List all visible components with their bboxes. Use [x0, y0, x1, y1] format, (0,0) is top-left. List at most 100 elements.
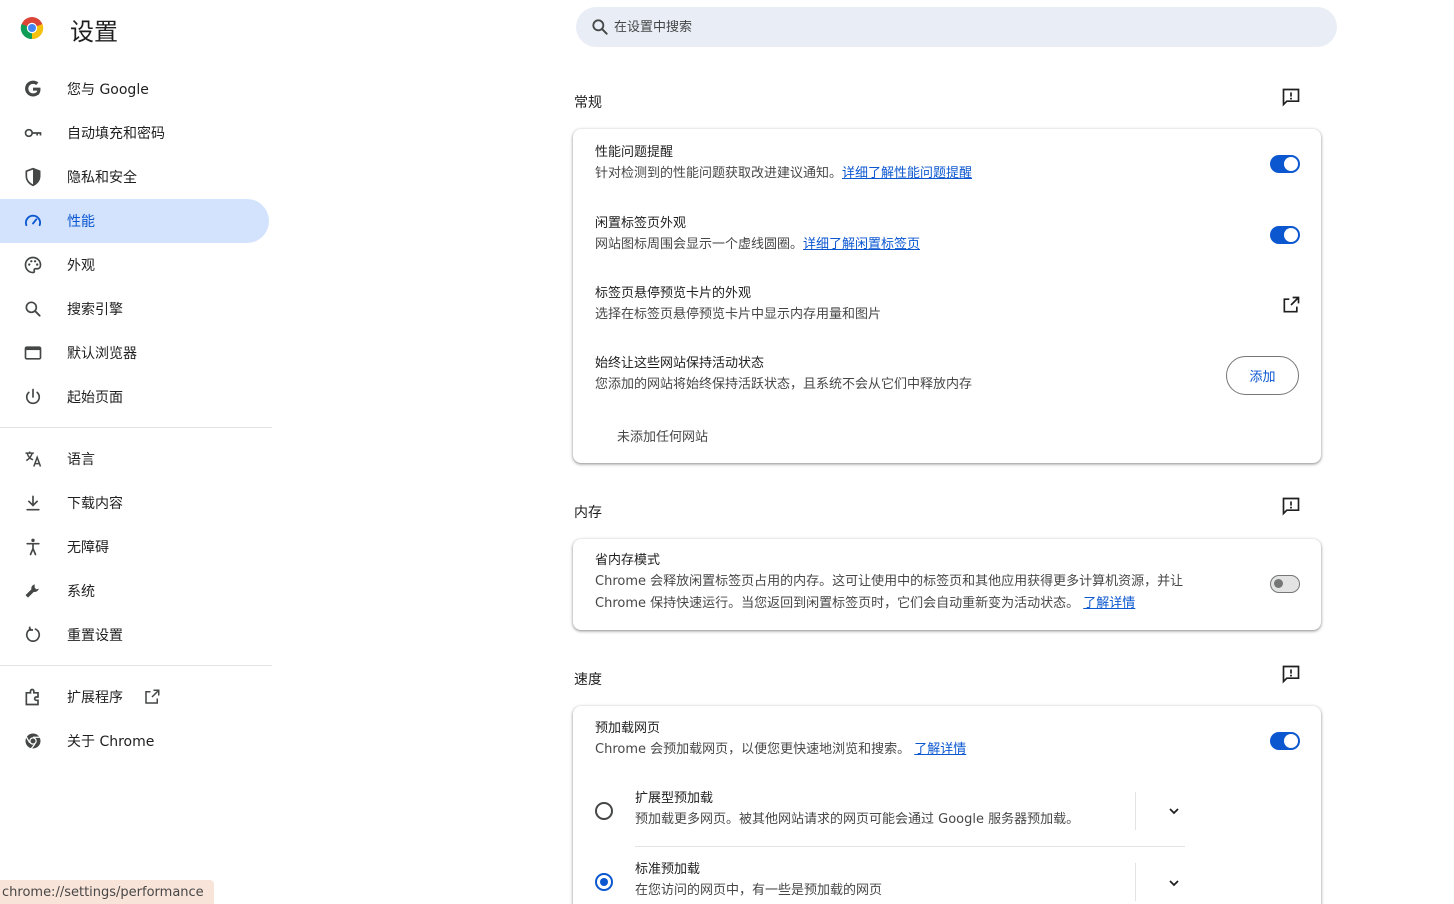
accessibility-icon: [23, 537, 43, 557]
chrome-logo-icon: [20, 17, 44, 40]
search-icon: [23, 299, 43, 319]
section-title-general: 常规: [574, 95, 602, 111]
sidebar-item-languages[interactable]: 语言: [0, 437, 269, 481]
setting-inactive-tab: 闲置标签页外观 网站图标周围会显示一个虚线圆圈。详细了解闲置标签页: [595, 214, 1299, 256]
option-divider: [635, 846, 1185, 847]
setting-hover-card[interactable]: 标签页悬停预览卡片的外观 选择在标签页悬停预览卡片中显示内存用量和图片: [595, 284, 1299, 326]
option-extended-preload[interactable]: 扩展型预加载 预加载更多网页。被其他网站请求的网页可能会通过 Google 服务…: [635, 789, 1121, 831]
perf-alert-toggle[interactable]: [1270, 155, 1300, 173]
sidebar-item-about-chrome[interactable]: 关于 Chrome: [0, 719, 269, 763]
section-title-speed: 速度: [574, 672, 602, 688]
sidebar-item-label: 无障碍: [67, 540, 109, 556]
feedback-icon[interactable]: [1281, 87, 1301, 107]
desc-text: 针对检测到的性能问题获取改进建议通知。: [595, 166, 843, 181]
inactive-tab-toggle[interactable]: [1270, 226, 1300, 244]
sidebar-item-autofill[interactable]: 自动填充和密码: [0, 111, 269, 155]
option-desc: 预加载更多网页。被其他网站请求的网页可能会通过 Google 服务器预加载。: [635, 812, 1080, 827]
feedback-icon[interactable]: [1281, 496, 1301, 516]
chevron-down-icon[interactable]: [1166, 803, 1182, 819]
option-label: 标准预加载: [635, 862, 701, 877]
sidebar-item-label: 性能: [67, 214, 95, 230]
sidebar-item-extensions[interactable]: 扩展程序: [0, 675, 269, 719]
memory-saver-toggle[interactable]: [1270, 575, 1300, 593]
search-input[interactable]: [614, 19, 1214, 35]
key-icon: [23, 123, 43, 143]
sidebar-item-reset[interactable]: 重置设置: [0, 613, 269, 657]
setting-desc: 网站图标周围会显示一个虚线圆圈。详细了解闲置标签页: [595, 234, 1299, 256]
open-in-new-icon[interactable]: [1281, 295, 1301, 315]
empty-sites-text: 未添加任何网站: [617, 430, 709, 445]
setting-label: 闲置标签页外观: [595, 216, 687, 231]
setting-memory-saver: 省内存模式 Chrome 会释放闲置标签页占用的内存。这可让使用中的标签页和其他…: [595, 551, 1241, 615]
sidebar-item-performance[interactable]: 性能: [0, 199, 269, 243]
chevron-down-icon[interactable]: [1166, 875, 1182, 891]
memory-card: 省内存模式 Chrome 会释放闲置标签页占用的内存。这可让使用中的标签页和其他…: [573, 539, 1321, 630]
option-standard-preload[interactable]: 标准预加载 在您访问的网页中，有一些是预加载的网页: [635, 860, 1121, 902]
setting-label: 始终让这些网站保持活动状态: [595, 356, 765, 371]
option-label: 扩展型预加载: [635, 791, 714, 806]
palette-icon: [23, 255, 43, 275]
learn-more-link[interactable]: 详细了解闲置标签页: [803, 237, 920, 252]
setting-desc: 针对检测到的性能问题获取改进建议通知。详细了解性能问题提醒: [595, 163, 1299, 185]
reset-icon: [23, 625, 43, 645]
general-card: 性能问题提醒 针对检测到的性能问题获取改进建议通知。详细了解性能问题提醒 闲置标…: [573, 129, 1321, 463]
setting-perf-alert: 性能问题提醒 针对检测到的性能问题获取改进建议通知。详细了解性能问题提醒: [595, 143, 1299, 185]
sidebar-item-label: 默认浏览器: [67, 346, 137, 362]
sidebar-item-label: 语言: [67, 452, 95, 468]
page-title: 设置: [70, 18, 118, 46]
sidebar-item-downloads[interactable]: 下载内容: [0, 481, 269, 525]
settings-app: 设置 您与 Google 自动填充和密码 隐私和安全: [0, 0, 1454, 904]
sidebar-divider: [0, 427, 272, 428]
setting-label: 省内存模式: [595, 553, 661, 568]
extended-preload-radio[interactable]: [595, 802, 613, 820]
desc-text: Chrome 保持快速运行。当您返回到闲置标签页时，它们会自动重新变为活动状态。: [595, 596, 1080, 611]
sidebar-item-label: 扩展程序: [67, 690, 123, 706]
setting-preload: 预加载网页 Chrome 会预加载网页，以便您更快速地浏览和搜索。 了解详情: [595, 719, 1299, 761]
setting-desc: 选择在标签页悬停预览卡片中显示内存用量和图片: [595, 307, 882, 322]
sidebar-item-label: 搜索引擎: [67, 302, 123, 318]
sidebar-item-system[interactable]: 系统: [0, 569, 269, 613]
sidebar-item-default-browser[interactable]: 默认浏览器: [0, 331, 269, 375]
sidebar: 您与 Google 自动填充和密码 隐私和安全 性能 外观 搜索引擎 默认浏览器…: [0, 67, 272, 763]
browser-window-icon: [23, 343, 43, 363]
option-desc: 在您访问的网页中，有一些是预加载的网页: [635, 883, 883, 898]
wrench-icon: [23, 581, 43, 601]
sidebar-item-label: 起始页面: [67, 390, 123, 406]
sidebar-item-on-startup[interactable]: 起始页面: [0, 375, 269, 419]
sidebar-divider: [0, 665, 272, 666]
search-box[interactable]: [576, 7, 1337, 47]
feedback-icon[interactable]: [1281, 664, 1301, 684]
learn-more-link[interactable]: 详细了解性能问题提醒: [842, 166, 972, 181]
setting-desc: 您添加的网站将始终保持活跃状态，且系统不会从它们中释放内存: [595, 377, 973, 392]
sidebar-item-label: 系统: [67, 584, 95, 600]
desc-text: 网站图标周围会显示一个虚线圆圈。: [595, 237, 804, 252]
search-icon: [592, 19, 608, 35]
standard-preload-radio[interactable]: [595, 873, 613, 891]
sidebar-item-appearance[interactable]: 外观: [0, 243, 269, 287]
download-icon: [23, 493, 43, 513]
section-title-memory: 内存: [574, 505, 602, 521]
open-in-new-icon: [145, 689, 160, 704]
add-site-button[interactable]: 添加: [1226, 356, 1299, 395]
status-bar-url: chrome://settings/performance: [0, 880, 214, 904]
sidebar-item-you-and-google[interactable]: 您与 Google: [0, 67, 269, 111]
sidebar-item-privacy[interactable]: 隐私和安全: [0, 155, 269, 199]
google-g-icon: [23, 79, 43, 99]
sidebar-item-label: 下载内容: [67, 496, 123, 512]
vertical-divider: [1135, 792, 1136, 830]
preload-toggle[interactable]: [1270, 732, 1300, 750]
sidebar-item-label: 重置设置: [67, 628, 123, 644]
setting-desc: Chrome 保持快速运行。当您返回到闲置标签页时，它们会自动重新变为活动状态。…: [595, 593, 1241, 615]
puzzle-icon: [23, 687, 43, 707]
sidebar-item-label: 自动填充和密码: [67, 126, 165, 142]
setting-keep-active: 始终让这些网站保持活动状态 您添加的网站将始终保持活跃状态，且系统不会从它们中释…: [595, 354, 1299, 396]
sidebar-item-search-engine[interactable]: 搜索引擎: [0, 287, 269, 331]
speedometer-icon: [23, 211, 43, 231]
sidebar-item-accessibility[interactable]: 无障碍: [0, 525, 269, 569]
sidebar-item-label: 隐私和安全: [67, 170, 137, 186]
speed-card: 预加载网页 Chrome 会预加载网页，以便您更快速地浏览和搜索。 了解详情 扩…: [573, 706, 1321, 904]
vertical-divider: [1135, 863, 1136, 901]
chrome-icon: [23, 731, 43, 751]
learn-more-link[interactable]: 了解详情: [1083, 596, 1135, 611]
learn-more-link[interactable]: 了解详情: [914, 742, 966, 757]
